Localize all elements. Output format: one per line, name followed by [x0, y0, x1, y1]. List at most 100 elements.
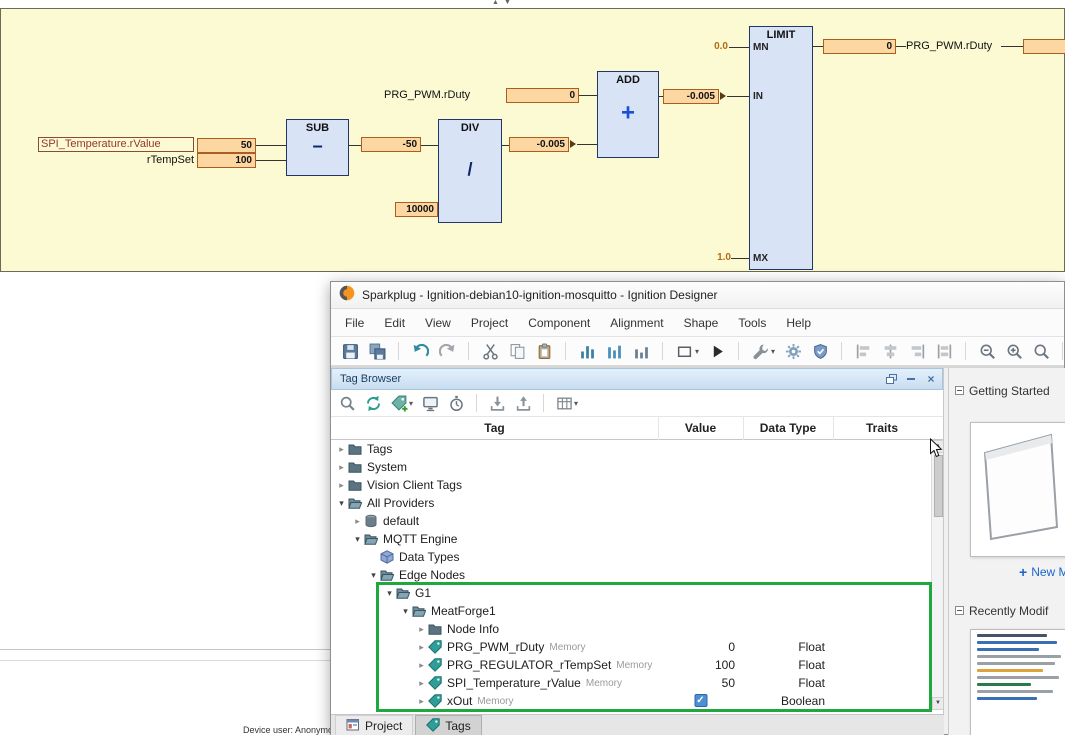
column-header-value[interactable]: Value [658, 417, 743, 439]
tab-project[interactable]: Project [335, 715, 413, 735]
tag-tree-row-mqtt-engine[interactable]: ▾MQTT Engine [331, 530, 931, 548]
align-center-icon[interactable] [881, 342, 899, 360]
bars2-icon[interactable] [605, 342, 623, 360]
window-titlebar[interactable]: Sparkplug - Ignition-debian10-ignition-m… [331, 282, 1064, 309]
tag-tree-row-vision-client-tags[interactable]: ▸Vision Client Tags [331, 476, 931, 494]
expand-arrow-icon[interactable]: ▸ [415, 638, 428, 656]
import-icon[interactable] [488, 394, 506, 412]
splitter-up-icon[interactable]: ▲ [492, 0, 504, 6]
tag-tree-row-tags[interactable]: ▸Tags [331, 440, 931, 458]
menu-project[interactable]: Project [461, 309, 518, 337]
zoom-fit-icon[interactable] [1032, 342, 1050, 360]
fbd-const-limit-max[interactable]: 1.0 [707, 251, 731, 264]
fbd-value-div-divisor[interactable]: 10000 [395, 202, 438, 217]
fbd-var-prg-pwm-rduty-out[interactable]: PRG_PWM.rDuty [906, 39, 1002, 54]
align-stretch-icon[interactable] [935, 342, 953, 360]
tag-value-cell[interactable] [658, 440, 743, 458]
save-all-icon[interactable] [368, 342, 386, 360]
fbd-const-limit-min[interactable]: 0.0 [704, 40, 728, 53]
collapse-arrow-icon[interactable]: ▾ [399, 602, 412, 620]
float-panel-icon[interactable] [885, 372, 897, 386]
bars3-icon[interactable] [632, 342, 650, 360]
tag-value-cell[interactable]: 50 [658, 674, 743, 692]
tag-value-cell[interactable] [658, 566, 743, 584]
collapse-arrow-icon[interactable]: ▾ [383, 584, 396, 602]
expand-arrow-icon[interactable]: ▸ [415, 674, 428, 692]
copy-icon[interactable] [508, 342, 526, 360]
fbd-value-add-out[interactable]: -0.005 [663, 89, 719, 104]
new-project-link[interactable]: + New M [1019, 564, 1065, 580]
fbd-var-spi-temperature[interactable]: SPI_Temperature.rValue [38, 137, 194, 152]
getting-started-thumbnail[interactable] [970, 422, 1065, 557]
tag-value-cell[interactable] [658, 584, 743, 602]
dropdown-caret-icon[interactable]: ▾ [409, 399, 413, 408]
fbd-value-add-in[interactable]: 0 [506, 88, 579, 103]
fbd-value-rtempset[interactable]: 100 [197, 153, 256, 168]
collapse-arrow-icon[interactable]: ▾ [367, 566, 380, 584]
tag-tree-row-meatforge1[interactable]: ▾MeatForge1 [331, 602, 931, 620]
fbd-value-spi[interactable]: 50 [197, 138, 256, 153]
tag-tree-row-default[interactable]: ▸default [331, 512, 931, 530]
tag-tree-row-data-types[interactable]: Data Types [331, 548, 931, 566]
collapse-section-icon[interactable] [955, 382, 964, 400]
tag-tree-row-edge-nodes[interactable]: ▾Edge Nodes [331, 566, 931, 584]
tag-value-cell[interactable]: ✓ [658, 692, 743, 710]
stopwatch-icon[interactable] [447, 394, 465, 412]
expand-arrow-icon[interactable]: ▸ [415, 656, 428, 674]
wrench-icon[interactable] [751, 342, 769, 360]
redo-icon[interactable] [438, 342, 456, 360]
align-right-icon[interactable] [908, 342, 926, 360]
play-icon[interactable] [708, 342, 726, 360]
tag-value-cell[interactable] [658, 458, 743, 476]
recently-modified-thumbnail[interactable] [970, 629, 1065, 735]
tag-tree-row-system[interactable]: ▸System [331, 458, 931, 476]
scrollbar-thumb[interactable] [934, 455, 943, 517]
collapse-section-icon[interactable] [955, 602, 964, 620]
dropdown-caret-icon[interactable]: ▾ [771, 347, 775, 356]
collapse-arrow-icon[interactable]: ▾ [335, 494, 348, 512]
fbd-var-rtempset[interactable]: rTempSet [38, 153, 194, 168]
fbd-block-add[interactable]: ADD + [597, 71, 659, 158]
menu-file[interactable]: File [335, 309, 374, 337]
close-panel-icon[interactable]: × [925, 372, 937, 386]
boolean-checkbox[interactable]: ✓ [694, 694, 707, 707]
fbd-var-prg-pwm-rduty-in[interactable]: PRG_PWM.rDuty [384, 88, 501, 103]
splitter-handle[interactable]: ▲▼ [492, 0, 516, 6]
collapse-arrow-icon[interactable]: ▾ [351, 530, 364, 548]
undo-icon[interactable] [411, 342, 429, 360]
save-icon[interactable] [341, 342, 359, 360]
fbd-value-final-out[interactable]: 0 [1023, 39, 1065, 54]
tag-tree-row-all-providers[interactable]: ▾All Providers [331, 494, 931, 512]
tag-browser-header[interactable]: Tag Browser × [331, 368, 943, 390]
dropdown-caret-icon[interactable]: ▾ [695, 347, 699, 356]
shape-rect-icon[interactable] [675, 342, 693, 360]
menu-alignment[interactable]: Alignment [600, 309, 673, 337]
fbd-block-sub[interactable]: SUB − [286, 119, 349, 176]
dropdown-caret-icon[interactable]: ▾ [574, 399, 578, 408]
tag-value-cell[interactable]: 100 [658, 656, 743, 674]
tag-tree-row-g1[interactable]: ▾G1 [331, 584, 931, 602]
tag-value-cell[interactable] [658, 530, 743, 548]
getting-started-header[interactable]: Getting Started [955, 382, 1050, 400]
tag-value-cell[interactable] [658, 602, 743, 620]
tag-tree-row-spi_temperature_rvalue[interactable]: ▸SPI_Temperature_rValueMemory50Float [331, 674, 931, 692]
menu-help[interactable]: Help [776, 309, 821, 337]
fbd-value-div-out[interactable]: -0.005 [509, 137, 569, 152]
tag-value-cell[interactable] [658, 620, 743, 638]
menu-component[interactable]: Component [518, 309, 600, 337]
fbd-value-sub-out[interactable]: -50 [361, 137, 421, 152]
column-header-traits[interactable]: Traits [833, 417, 931, 439]
expand-arrow-icon[interactable]: ▸ [415, 620, 428, 638]
shield-icon[interactable] [811, 342, 829, 360]
align-left-icon[interactable] [854, 342, 872, 360]
expand-arrow-icon[interactable]: ▸ [351, 512, 364, 530]
tag-value-cell[interactable] [658, 548, 743, 566]
monitor-icon[interactable] [421, 394, 439, 412]
menu-view[interactable]: View [415, 309, 461, 337]
fbd-block-div[interactable]: DIV / [438, 119, 502, 223]
column-header-datatype[interactable]: Data Type [743, 417, 833, 439]
cut-icon[interactable] [481, 342, 499, 360]
scroll-down-icon[interactable]: ▼ [932, 697, 944, 710]
menu-edit[interactable]: Edit [374, 309, 415, 337]
export-icon[interactable] [514, 394, 532, 412]
